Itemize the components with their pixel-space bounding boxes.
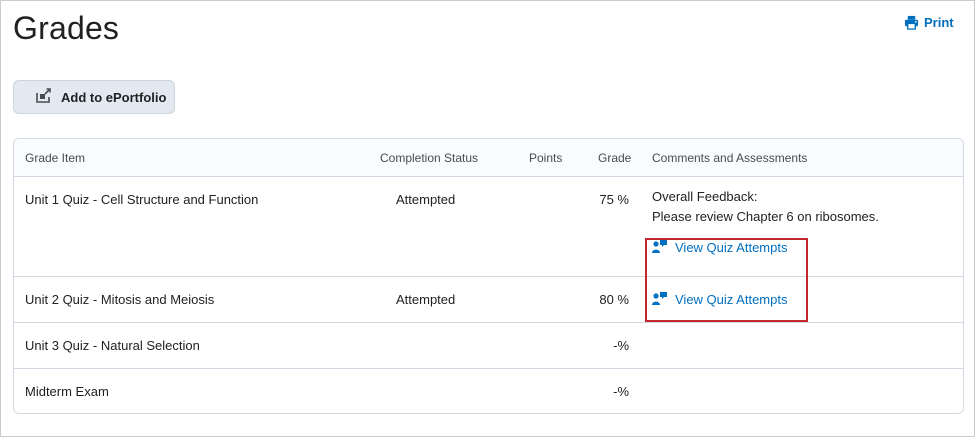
table-row: Unit 2 Quiz - Mitosis and Meiosis Attemp…	[14, 277, 963, 323]
print-link[interactable]: Print	[904, 15, 954, 30]
quiz-attempts-icon	[652, 239, 668, 256]
add-to-eportfolio-button[interactable]: Add to ePortfolio	[13, 80, 175, 114]
header-grade: Grade	[598, 151, 632, 165]
header-points: Points	[529, 151, 563, 165]
header-comments: Comments and Assessments	[652, 151, 808, 165]
grade-item-name: Unit 1 Quiz - Cell Structure and Functio…	[25, 192, 259, 207]
view-quiz-attempts-link[interactable]: View Quiz Attempts	[652, 291, 787, 308]
grades-table: Grade Item Completion Status Points Grad…	[13, 138, 964, 414]
view-quiz-attempts-label: View Quiz Attempts	[675, 240, 788, 255]
view-quiz-attempts-link[interactable]: View Quiz Attempts	[652, 239, 879, 256]
quiz-attempts-icon	[652, 291, 668, 308]
table-row: Unit 3 Quiz - Natural Selection -%	[14, 323, 963, 369]
table-row: Midterm Exam -%	[14, 369, 963, 413]
table-header-row: Grade Item Completion Status Points Grad…	[14, 139, 963, 177]
table-row: Unit 1 Quiz - Cell Structure and Functio…	[14, 177, 963, 277]
print-label: Print	[924, 15, 954, 30]
add-to-eportfolio-label: Add to ePortfolio	[61, 89, 167, 105]
grade-value: 75 %	[599, 192, 629, 207]
printer-icon	[904, 15, 919, 30]
completion-status: Attempted	[396, 192, 456, 207]
view-quiz-attempts-label: View Quiz Attempts	[675, 292, 788, 307]
page-title: Grades	[13, 10, 120, 46]
grade-value: -%	[613, 338, 629, 353]
header-completion-status: Completion Status	[380, 151, 479, 165]
portfolio-add-icon	[36, 88, 52, 106]
comments-cell: Overall Feedback: Please review Chapter …	[652, 187, 879, 256]
comments-cell: View Quiz Attempts	[652, 291, 787, 308]
overall-feedback-text: Please review Chapter 6 on ribosomes.	[652, 209, 879, 224]
overall-feedback-label: Overall Feedback:	[652, 189, 758, 204]
grade-value: 80 %	[599, 292, 629, 307]
header-grade-item: Grade Item	[25, 151, 86, 165]
grade-item-name: Midterm Exam	[25, 384, 109, 399]
grade-item-name: Unit 2 Quiz - Mitosis and Meiosis	[25, 292, 215, 307]
completion-status: Attempted	[396, 292, 456, 307]
grade-value: -%	[613, 384, 629, 399]
grade-item-name: Unit 3 Quiz - Natural Selection	[25, 338, 200, 353]
